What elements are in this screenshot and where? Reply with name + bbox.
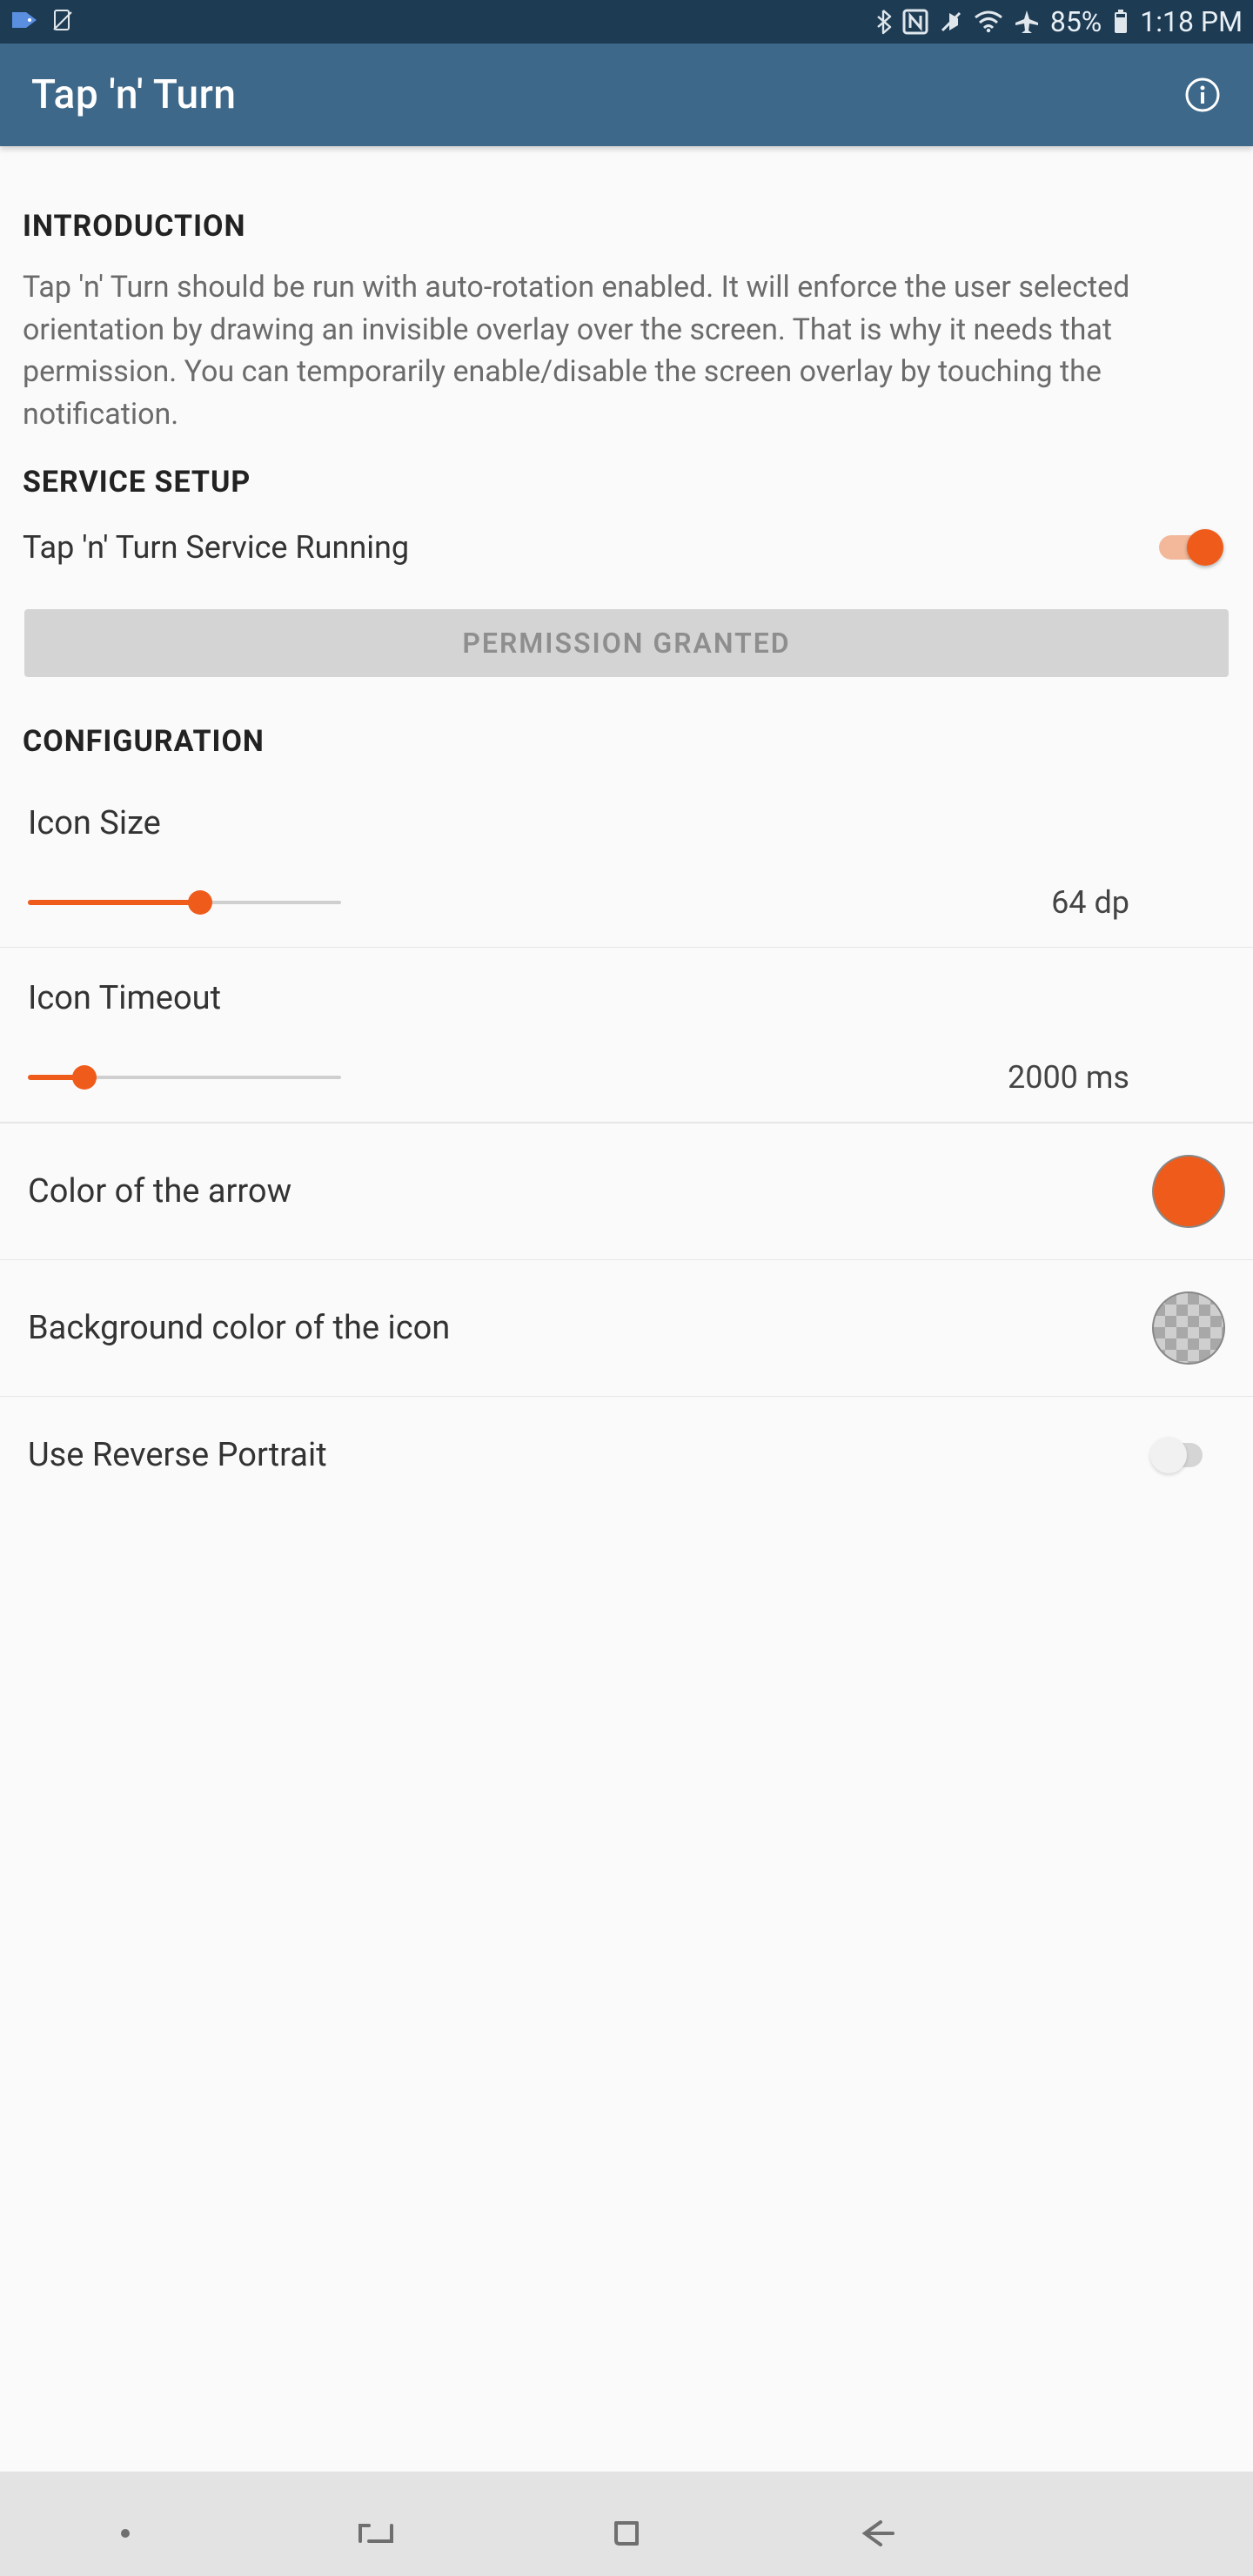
app-title: Tap 'n' Turn	[31, 71, 237, 118]
reverse-portrait-switch[interactable]	[1154, 1433, 1225, 1477]
nav-dot-icon	[99, 2507, 151, 2559]
nav-back-button[interactable]	[851, 2507, 903, 2559]
config-icon-size: Icon Size 64 dp	[0, 762, 1253, 948]
service-running-switch[interactable]	[1159, 526, 1230, 569]
icon-size-value: 64 dp	[1051, 884, 1225, 921]
nav-recents-button[interactable]	[350, 2507, 402, 2559]
mute-icon	[939, 10, 963, 34]
icon-timeout-label: Icon Timeout	[28, 979, 1225, 1017]
arrow-color-label: Color of the arrow	[28, 1172, 291, 1211]
bluetooth-icon	[874, 9, 892, 35]
service-running-label: Tap 'n' Turn Service Running	[23, 529, 409, 566]
reverse-portrait-label: Use Reverse Portrait	[28, 1436, 327, 1474]
battery-icon	[1112, 9, 1129, 35]
config-background-color[interactable]: Background color of the icon	[0, 1260, 1253, 1397]
icon-size-slider[interactable]	[28, 889, 341, 916]
introduction-body: Tap 'n' Turn should be run with auto-rot…	[0, 247, 1253, 442]
wifi-icon	[974, 10, 1003, 33]
config-icon-timeout: Icon Timeout 2000 ms	[0, 948, 1253, 1123]
background-color-label: Background color of the icon	[28, 1309, 450, 1347]
arrow-color-swatch[interactable]	[1152, 1155, 1225, 1228]
nfc-icon	[902, 9, 928, 35]
sim-off-icon	[52, 5, 73, 38]
background-color-swatch[interactable]	[1152, 1291, 1225, 1365]
section-header-service-setup: SERVICE SETUP	[0, 442, 1253, 503]
status-bar: 85% 1:18 PM	[0, 0, 1253, 44]
nav-bar-edge	[0, 2472, 1253, 2491]
icon-timeout-slider[interactable]	[28, 1064, 341, 1090]
app-bar: Tap 'n' Turn	[0, 44, 1253, 146]
permission-button[interactable]: PERMISSION GRANTED	[24, 609, 1229, 677]
tag-icon	[10, 5, 40, 38]
clock-text: 1:18 PM	[1140, 5, 1243, 38]
navigation-bar	[0, 2491, 1253, 2576]
section-header-introduction: INTRODUCTION	[0, 146, 1253, 247]
content: INTRODUCTION Tap 'n' Turn should be run …	[0, 146, 1253, 1477]
airplane-icon	[1014, 9, 1040, 35]
info-button[interactable]	[1183, 76, 1222, 114]
config-reverse-portrait[interactable]: Use Reverse Portrait	[0, 1397, 1253, 1477]
section-header-configuration: CONFIGURATION	[0, 677, 1253, 762]
icon-timeout-value: 2000 ms	[1008, 1059, 1225, 1096]
config-arrow-color[interactable]: Color of the arrow	[0, 1123, 1253, 1260]
icon-size-label: Icon Size	[28, 804, 1225, 842]
nav-spacer	[1102, 2507, 1154, 2559]
nav-home-button[interactable]	[600, 2507, 653, 2559]
battery-percent: 85%	[1050, 5, 1102, 38]
